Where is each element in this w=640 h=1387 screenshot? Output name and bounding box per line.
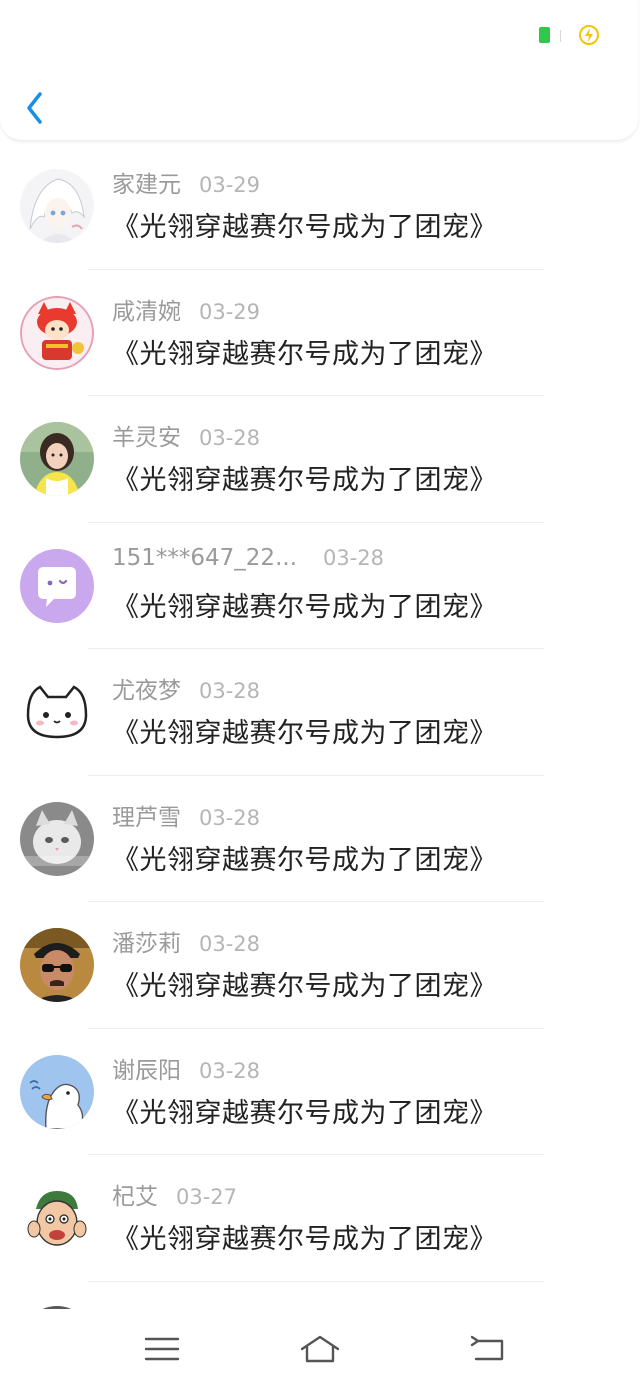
list-item[interactable]: 理芦雪 03-28 《光翎穿越赛尔号成为了团宠》 [0,776,640,902]
status-divider [560,30,561,42]
commenter-name[interactable]: 理芦雪 [112,798,181,832]
white-cat-face-avatar[interactable] [20,675,94,749]
commenter-name[interactable]: 杞艾 [112,1177,158,1211]
commenter-name[interactable]: 谢辰阳 [112,1051,181,1085]
commenter-name[interactable]: 羊灵安 [112,418,181,452]
comment-text: 《光翎穿越赛尔号成为了团宠》 [112,1224,497,1255]
charging-icon [579,25,599,45]
battery-icon [539,27,550,43]
list-item[interactable]: 杞艾 03-27 《光翎穿越赛尔号成为了团宠》 [0,1155,640,1282]
comment-date: 03-29 [199,299,261,324]
list-item[interactable] [0,1282,640,1309]
comment-text: 《光翎穿越赛尔号成为了团宠》 [112,591,497,623]
comment-text: 《光翎穿越赛尔号成为了团宠》 [112,212,497,243]
cat-photo-avatar[interactable] [20,801,94,876]
comment-text: 《光翎穿越赛尔号成为了团宠》 [112,1097,497,1129]
list-item[interactable]: 151***647_22... 03-28 《光翎穿越赛尔号成为了团宠》 [0,523,640,649]
comment-list[interactable]: 家建元 03-29 《光翎穿越赛尔号成为了团宠》 咸清婉 03-29 《光翎穿越赛尔… [0,143,640,1309]
menu-icon[interactable] [142,1333,182,1365]
comment-date: 03-28 [323,545,385,570]
back-arrow-icon[interactable] [468,1333,508,1365]
comment-text: 《光翎穿越赛尔号成为了团宠》 [112,465,497,496]
commenter-name[interactable]: 尤夜梦 [112,671,181,705]
list-item[interactable]: 谢辰阳 03-28 《光翎穿越赛尔号成为了团宠》 [0,1029,640,1155]
man-sunglasses-avatar[interactable] [20,928,94,1002]
comment-date: 03-28 [199,1058,261,1083]
anime-girl-avatar[interactable] [20,169,94,243]
commenter-name[interactable]: 家建元 [112,165,181,199]
comment-date: 03-27 [176,1185,238,1209]
list-item[interactable]: 羊灵安 03-28 《光翎穿越赛尔号成为了团宠》 [0,396,640,523]
chevron-left-icon[interactable] [22,88,50,128]
status-icons [510,24,600,48]
comment-date: 03-28 [199,426,261,450]
comment-date: 03-28 [199,679,261,703]
girl-photo-avatar[interactable] [20,422,94,496]
comment-date: 03-28 [199,932,261,956]
comment-text: 《光翎穿越赛尔号成为了团宠》 [112,718,497,749]
cartoon-boy-avatar[interactable] [20,1181,94,1255]
chat-bubble-avatar[interactable] [20,548,94,623]
red-cat-avatar[interactable] [20,295,94,370]
comment-date: 03-29 [199,173,261,197]
commenter-name[interactable]: 潘莎莉 [112,924,181,958]
comment-text: 《光翎穿越赛尔号成为了团宠》 [112,338,497,370]
commenter-name[interactable]: 咸清婉 [112,292,181,326]
list-item[interactable]: 潘莎莉 03-28 《光翎穿越赛尔号成为了团宠》 [0,902,640,1029]
duck-avatar[interactable] [20,1054,94,1129]
list-item[interactable]: 家建元 03-29 《光翎穿越赛尔号成为了团宠》 [0,143,640,270]
list-item[interactable]: 咸清婉 03-29 《光翎穿越赛尔号成为了团宠》 [0,270,640,396]
list-item[interactable]: 尤夜梦 03-28 《光翎穿越赛尔号成为了团宠》 [0,649,640,776]
comment-text: 《光翎穿越赛尔号成为了团宠》 [112,971,497,1002]
system-nav-bar [0,1309,640,1387]
home-icon[interactable] [298,1333,342,1365]
top-bar [0,0,638,141]
comment-date: 03-28 [199,805,261,830]
commenter-name[interactable]: 151***647_22... [112,545,297,571]
comment-text: 《光翎穿越赛尔号成为了团宠》 [112,844,497,876]
